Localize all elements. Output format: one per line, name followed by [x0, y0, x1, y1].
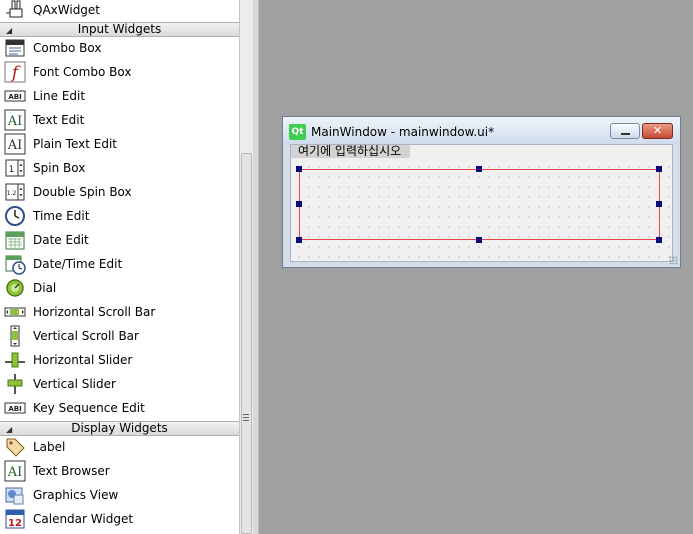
svg-text:12: 12 — [8, 518, 22, 529]
form-titlebar[interactable]: Qt MainWindow - mainwindow.ui* ✕ — [283, 117, 680, 144]
close-button[interactable]: ✕ — [642, 123, 673, 139]
resize-handle-top[interactable] — [476, 166, 482, 172]
widget-box-panel: QAxWidget ◢ Input Widgets Combo Box f Fo… — [0, 0, 239, 534]
horizontal-scroll-bar-icon — [4, 301, 26, 323]
svg-text:1.2: 1.2 — [7, 190, 17, 197]
widget-item-label: Time Edit — [33, 209, 90, 223]
resize-handle-top-right[interactable] — [656, 166, 662, 172]
line-edit-icon: ABI — [4, 85, 26, 107]
scrollbar-thumb[interactable] — [241, 153, 252, 534]
svg-text:ABI: ABI — [8, 405, 21, 413]
widget-item-combo-box[interactable]: Combo Box — [0, 36, 239, 60]
clock-icon — [4, 205, 26, 227]
selection-rectangle — [299, 169, 660, 240]
size-grip-icon[interactable] — [669, 256, 678, 265]
vertical-slider-icon — [4, 373, 26, 395]
widget-item-dial[interactable]: Dial — [0, 276, 239, 300]
double-spin-box-icon: 1.2 — [4, 181, 26, 203]
font-combo-box-icon: f — [4, 61, 26, 83]
category-label: Display Widgets — [71, 421, 168, 435]
widget-item-horizontal-scroll-bar[interactable]: Horizontal Scroll Bar — [0, 300, 239, 324]
category-input-widgets[interactable]: ◢ Input Widgets — [0, 22, 239, 37]
qt-logo-icon: Qt — [289, 124, 306, 140]
widget-item-text-browser[interactable]: AI Text Browser — [0, 459, 239, 483]
date-time-icon — [4, 253, 26, 275]
menu-type-here-entry[interactable]: 여기에 입력하십시오 — [291, 145, 411, 158]
resize-handle-left[interactable] — [296, 201, 302, 207]
widget-item-label: Vertical Scroll Bar — [33, 329, 139, 343]
widget-item-key-sequence-edit[interactable]: ABI Key Sequence Edit — [0, 396, 239, 420]
widget-item-label: Vertical Slider — [33, 377, 116, 391]
widget-item-double-spin-box[interactable]: 1.2 Double Spin Box — [0, 180, 239, 204]
panel-splitter[interactable] — [253, 0, 259, 534]
graphics-view-icon — [4, 484, 26, 506]
vertical-scroll-bar-icon — [4, 325, 26, 347]
category-label: Input Widgets — [77, 22, 162, 36]
menu-bar: 여기에 입력하십시오 — [291, 145, 672, 158]
tag-label-icon — [4, 436, 26, 458]
scrollbar-grip-icon — [243, 414, 249, 422]
widget-item-line-edit[interactable]: ABI Line Edit — [0, 84, 239, 108]
resize-handle-bottom-right[interactable] — [656, 237, 662, 243]
text-browser-icon: AI — [4, 460, 26, 482]
svg-text:AI: AI — [7, 465, 23, 480]
widget-item-vertical-slider[interactable]: Vertical Slider — [0, 372, 239, 396]
widget-item-label: QAxWidget — [33, 3, 101, 17]
widget-item-label: Horizontal Scroll Bar — [33, 305, 156, 319]
widget-item-date-time-edit[interactable]: Date/Time Edit — [0, 252, 239, 276]
widget-item-horizontal-slider[interactable]: Horizontal Slider — [0, 348, 239, 372]
resize-handle-right[interactable] — [656, 201, 662, 207]
text-edit-icon: AI — [4, 109, 26, 131]
calendar-widget-icon: 12 — [4, 508, 26, 530]
qaxwidget-icon — [4, 0, 26, 21]
svg-text:ABI: ABI — [8, 93, 21, 101]
dial-icon — [4, 277, 26, 299]
widget-item-label: Date/Time Edit — [33, 257, 123, 271]
widget-item-spin-box[interactable]: 1 Spin Box — [0, 156, 239, 180]
widget-item-vertical-scroll-bar[interactable]: Vertical Scroll Bar — [0, 324, 239, 348]
svg-text:AI: AI — [7, 114, 23, 129]
combo-box-icon — [4, 37, 26, 59]
widget-item-label: Date Edit — [33, 233, 89, 247]
widget-item-font-combo-box[interactable]: f Font Combo Box — [0, 60, 239, 84]
widget-item-text-edit[interactable]: AI Text Edit — [0, 108, 239, 132]
widget-box-scrollbar[interactable] — [239, 0, 253, 534]
form-title: MainWindow - mainwindow.ui* — [311, 125, 495, 139]
widget-item-date-edit[interactable]: Date Edit — [0, 228, 239, 252]
horizontal-slider-icon — [4, 349, 26, 371]
widget-item-qaxwidget[interactable]: QAxWidget — [0, 0, 239, 22]
widget-item-label: Dial — [33, 281, 57, 295]
minimize-button[interactable] — [610, 123, 640, 139]
widget-item-label: Text Edit — [33, 113, 85, 127]
widget-item-label: Plain Text Edit — [33, 137, 117, 151]
svg-text:1: 1 — [9, 165, 15, 175]
widget-item-label-widget[interactable]: Label — [0, 435, 239, 459]
calendar-icon — [4, 229, 26, 251]
resize-handle-bottom-left[interactable] — [296, 237, 302, 243]
widget-item-label: Combo Box — [33, 41, 102, 55]
widget-item-label: Line Edit — [33, 89, 86, 103]
widget-item-label: Horizontal Slider — [33, 353, 133, 367]
key-sequence-edit-icon: ABI — [4, 397, 26, 419]
widget-item-label: Font Combo Box — [33, 65, 132, 79]
widget-item-label: Spin Box — [33, 161, 86, 175]
form-window[interactable]: Qt MainWindow - mainwindow.ui* ✕ 여기에 입력하… — [282, 116, 681, 268]
widget-item-plain-text-edit[interactable]: AI Plain Text Edit — [0, 132, 239, 156]
widget-item-label: Double Spin Box — [33, 185, 132, 199]
widget-item-calendar-widget[interactable]: 12 Calendar Widget — [0, 507, 239, 531]
widget-item-label: Graphics View — [33, 488, 119, 502]
widget-item-graphics-view[interactable]: Graphics View — [0, 483, 239, 507]
widget-item-time-edit[interactable]: Time Edit — [0, 204, 239, 228]
widget-item-label: Key Sequence Edit — [33, 401, 145, 415]
widget-item-label: Label — [33, 440, 66, 454]
category-display-widgets[interactable]: ◢ Display Widgets — [0, 421, 239, 436]
svg-text:AI: AI — [7, 138, 23, 153]
spin-box-icon: 1 — [4, 157, 26, 179]
resize-handle-bottom[interactable] — [476, 237, 482, 243]
widget-item-label: Text Browser — [33, 464, 110, 478]
widget-item-label: Calendar Widget — [33, 512, 134, 526]
plain-text-edit-icon: AI — [4, 133, 26, 155]
resize-handle-top-left[interactable] — [296, 166, 302, 172]
